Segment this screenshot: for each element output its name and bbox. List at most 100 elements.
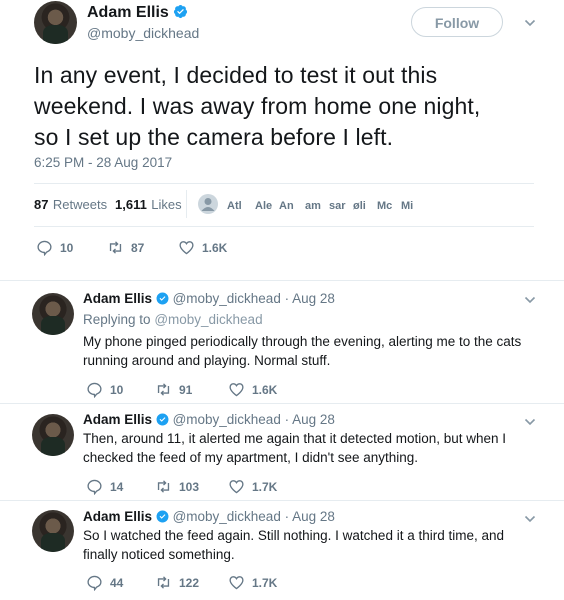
verified-icon xyxy=(156,510,169,523)
retweet-count: 122 xyxy=(179,575,200,590)
reply-icon xyxy=(87,382,102,398)
section-divider xyxy=(0,500,564,501)
retweet-count: 91 xyxy=(179,382,193,397)
liker-avatar[interactable] xyxy=(198,194,218,214)
tweet-date[interactable]: · Aug 28 xyxy=(285,291,335,306)
reply-count: 44 xyxy=(110,575,124,590)
reply-header: Adam Ellis @moby_dickhead · Aug 28 xyxy=(83,412,335,427)
replying-to: Replying to @moby_dickhead xyxy=(83,312,263,327)
avatar[interactable] xyxy=(32,510,74,552)
heart-icon xyxy=(229,383,244,397)
likes-count: 1,611 xyxy=(115,197,147,212)
chevron-down-icon[interactable] xyxy=(524,17,536,29)
retweets-label: Retweets xyxy=(52,197,108,212)
retweet-icon xyxy=(157,480,170,493)
retweets-count: 87 xyxy=(34,197,49,212)
like-button[interactable]: 1.6K xyxy=(228,381,277,398)
heart-icon xyxy=(229,576,244,590)
tweet-text: So I watched the feed again. Still nothi… xyxy=(83,526,504,564)
tweet-text: Then, around 11, it alerted me again tha… xyxy=(83,429,506,467)
tweet-text-line: My phone pinged periodically through the… xyxy=(83,334,522,349)
tweet-text-line: So I watched the feed again. Still nothi… xyxy=(83,528,505,543)
retweet-button[interactable]: 122 xyxy=(155,574,199,591)
retweet-icon xyxy=(109,241,122,254)
verified-icon xyxy=(156,413,169,426)
reply-button[interactable]: 44 xyxy=(86,574,123,591)
tweet-text-line: weekend. I was away from home one night, xyxy=(34,93,481,119)
author-name[interactable]: Adam Ellis xyxy=(83,412,152,427)
chevron-down-icon[interactable] xyxy=(524,513,536,525)
liker-name[interactable]: am xyxy=(305,200,323,212)
like-button[interactable]: 1.7K xyxy=(228,478,277,495)
heart-icon xyxy=(179,241,194,255)
tweet-text: In any event, I decided to test it out t… xyxy=(34,60,480,153)
reply-icon xyxy=(37,240,52,256)
reply-button[interactable]: 10 xyxy=(86,381,123,398)
tweet-timestamp[interactable]: 6:25 PM - 28 Aug 2017 xyxy=(34,155,172,170)
retweet-count: 103 xyxy=(179,479,200,494)
author-handle[interactable]: @moby_dickhead xyxy=(173,291,281,306)
author-name[interactable]: Adam Ellis xyxy=(83,509,152,524)
liker-name[interactable]: Mi xyxy=(401,200,419,212)
retweet-icon xyxy=(157,576,170,589)
author-name[interactable]: Adam Ellis xyxy=(83,291,152,306)
section-divider xyxy=(0,280,564,281)
tweet-text-line: so I set up the camera before I left. xyxy=(34,124,394,150)
reply-count: 10 xyxy=(60,240,74,255)
tweet-text-line: finally noticed something. xyxy=(83,547,235,562)
tweet-date[interactable]: · Aug 28 xyxy=(285,509,335,524)
reply-button[interactable]: 10 xyxy=(36,239,73,256)
like-count: 1.7K xyxy=(252,575,278,590)
retweet-button[interactable]: 91 xyxy=(155,381,192,398)
stats-separator xyxy=(186,190,187,218)
tweet-date[interactable]: · Aug 28 xyxy=(285,412,335,427)
liker-name[interactable]: sar xyxy=(329,200,347,212)
reply-header: Adam Ellis @moby_dickhead · Aug 28 xyxy=(83,509,335,524)
replying-to-handle[interactable]: @moby_dickhead xyxy=(154,312,262,327)
likes-label: Likes xyxy=(151,197,182,212)
liker-name[interactable]: An xyxy=(279,200,299,212)
tweet-text-line: checked the feed of my apartment, I didn… xyxy=(83,450,419,465)
liker-name[interactable]: Mc xyxy=(377,200,395,212)
divider xyxy=(34,226,534,227)
author-handle[interactable]: @moby_dickhead xyxy=(173,509,281,524)
author-handle[interactable]: @moby_dickhead xyxy=(173,412,281,427)
tweet-text: My phone pinged periodically through the… xyxy=(83,332,521,370)
reply-header: Adam Ellis @moby_dickhead · Aug 28 xyxy=(83,291,335,306)
like-count: 1.6K xyxy=(202,240,228,255)
liker-name[interactable]: Ale xyxy=(255,200,273,212)
reply-icon xyxy=(87,575,102,591)
like-button[interactable]: 1.6K xyxy=(178,239,227,256)
likes-stat[interactable]: 1,611 Likes xyxy=(115,196,182,214)
tweet-text-line: running around and playing. Normal stuff… xyxy=(83,353,331,368)
like-count: 1.6K xyxy=(252,382,278,397)
replying-to-label: Replying to xyxy=(83,312,151,327)
tweet-text-line: Then, around 11, it alerted me again tha… xyxy=(83,431,507,446)
avatar[interactable] xyxy=(34,1,77,44)
retweets-stat[interactable]: 87 Retweets xyxy=(34,196,107,214)
author-name[interactable]: Adam Ellis xyxy=(87,4,169,21)
retweet-icon xyxy=(157,383,170,396)
liker-name[interactable]: Atl xyxy=(227,200,249,212)
author-handle[interactable]: @moby_dickhead xyxy=(87,25,199,41)
like-count: 1.7K xyxy=(252,479,278,494)
divider xyxy=(34,183,534,184)
author-name-row: Adam Ellis xyxy=(87,4,188,22)
reply-count: 10 xyxy=(110,382,124,397)
reply-icon xyxy=(87,479,102,495)
verified-icon xyxy=(156,292,169,305)
liker-name[interactable]: øli xyxy=(353,200,371,212)
default-user-icon xyxy=(201,198,215,211)
chevron-down-icon[interactable] xyxy=(524,294,536,306)
section-divider xyxy=(0,403,564,404)
heart-icon xyxy=(229,480,244,494)
reply-count: 14 xyxy=(110,479,124,494)
retweet-button[interactable]: 87 xyxy=(107,239,144,256)
avatar[interactable] xyxy=(32,414,74,456)
like-button[interactable]: 1.7K xyxy=(228,574,277,591)
chevron-down-icon[interactable] xyxy=(524,416,536,428)
reply-button[interactable]: 14 xyxy=(86,478,123,495)
retweet-button[interactable]: 103 xyxy=(155,478,199,495)
avatar[interactable] xyxy=(32,293,74,335)
follow-button[interactable]: Follow xyxy=(411,7,503,37)
